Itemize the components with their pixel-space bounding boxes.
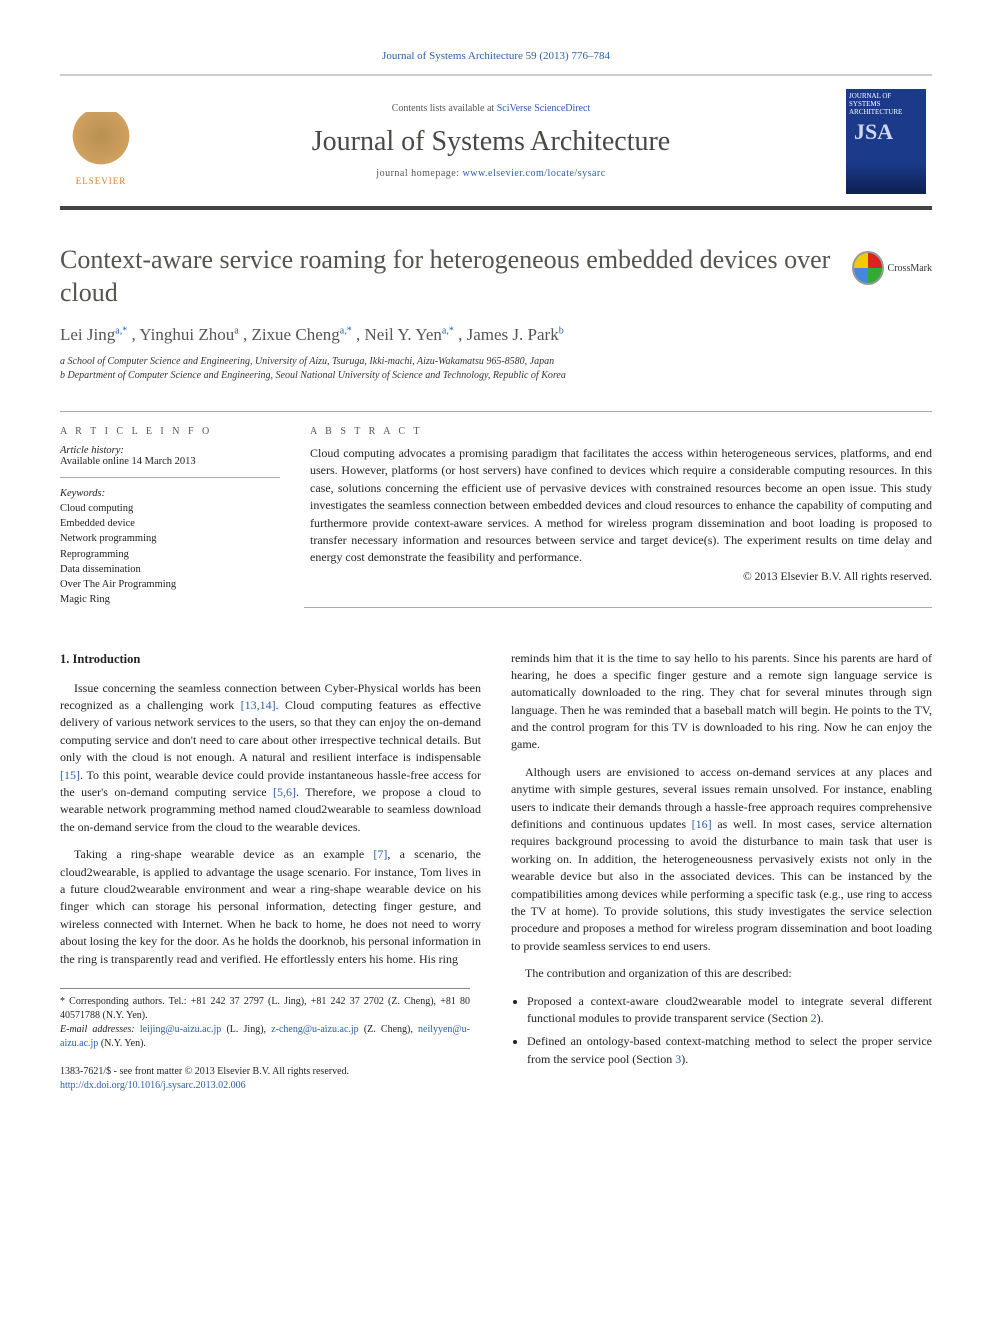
- journal-title: Journal of Systems Architecture: [136, 126, 846, 158]
- elsevier-text: ELSEVIER: [76, 176, 127, 186]
- keyword: Over The Air Programming: [60, 577, 280, 592]
- corresponding-note: * Corresponding authors. Tel.: +81 242 3…: [60, 995, 470, 1023]
- article-history: Article history: Available online 14 Mar…: [60, 445, 280, 478]
- contents-list-line: Contents lists available at SciVerse Sci…: [136, 103, 846, 114]
- text-run: Defined an ontology-based context-matchi…: [527, 1034, 932, 1065]
- paragraph: The contribution and organization of thi…: [511, 965, 932, 982]
- contents-prefix: Contents lists available at: [392, 103, 497, 114]
- email-who: (Z. Cheng),: [359, 1024, 418, 1035]
- article-info-label: A R T I C L E I N F O: [60, 426, 280, 437]
- page-footer: 1383-7621/$ - see front matter © 2013 El…: [60, 1065, 481, 1093]
- keyword: Embedded device: [60, 516, 280, 531]
- issn-line: 1383-7621/$ - see front matter © 2013 El…: [60, 1065, 481, 1079]
- citation-link[interactable]: [13,14]: [241, 698, 276, 712]
- list-item: Defined an ontology-based context-matchi…: [527, 1033, 932, 1068]
- citation-link[interactable]: [5,6]: [273, 785, 296, 799]
- text-run: , a scenario, the cloud2wearable, is app…: [60, 847, 481, 965]
- crossmark-icon: [852, 251, 884, 285]
- affiliation-a: a School of Computer Science and Enginee…: [60, 355, 932, 369]
- paragraph: Taking a ring-shape wearable device as a…: [60, 846, 481, 968]
- keyword: Reprogramming: [60, 547, 280, 562]
- authors-line: Lei Jinga,* , Yinghui Zhoua , Zixue Chen…: [60, 325, 932, 345]
- affiliations: a School of Computer Science and Enginee…: [60, 355, 932, 383]
- body-columns: 1. Introduction Issue concerning the sea…: [60, 650, 932, 1093]
- elsevier-logo: ELSEVIER: [66, 96, 136, 186]
- header-citation: Journal of Systems Architecture 59 (2013…: [60, 50, 932, 62]
- article-title: Context-aware service roaming for hetero…: [60, 244, 832, 309]
- emails-label: E-mail addresses:: [60, 1024, 140, 1035]
- text-run: Taking a ring-shape wearable device as a…: [74, 847, 373, 861]
- journal-homepage-link[interactable]: www.elsevier.com/locate/sysarc: [463, 168, 606, 179]
- text-run: Proposed a context-aware cloud2wearable …: [527, 994, 932, 1025]
- sciencedirect-link[interactable]: SciVerse ScienceDirect: [497, 103, 591, 114]
- journal-header-box: ELSEVIER Contents lists available at Sci…: [60, 74, 932, 210]
- author-1-sup: a,*: [115, 325, 127, 336]
- author-1: Lei Jing: [60, 325, 115, 344]
- author-4: , Neil Y. Yen: [356, 325, 442, 344]
- keyword: Network programming: [60, 531, 280, 546]
- author-5-sup: b: [559, 325, 564, 336]
- history-label: Article history:: [60, 445, 280, 456]
- email-who: (L. Jing),: [221, 1024, 271, 1035]
- journal-homepage-line: journal homepage: www.elsevier.com/locat…: [136, 168, 846, 179]
- article-info-block: A R T I C L E I N F O Article history: A…: [60, 412, 304, 608]
- keyword: Cloud computing: [60, 501, 280, 516]
- left-column: 1. Introduction Issue concerning the sea…: [60, 650, 481, 1093]
- author-2-sup: a: [234, 325, 238, 336]
- citation-link[interactable]: [15]: [60, 768, 80, 782]
- citation-link[interactable]: [7]: [373, 847, 387, 861]
- citation-link[interactable]: [16]: [692, 817, 712, 831]
- paragraph: Although users are envisioned to access …: [511, 764, 932, 955]
- keyword: Magic Ring: [60, 592, 280, 607]
- elsevier-tree-icon: [71, 112, 131, 172]
- author-3: , Zixue Cheng: [243, 325, 340, 344]
- keywords-list: Cloud computing Embedded device Network …: [60, 501, 280, 608]
- journal-center: Contents lists available at SciVerse Sci…: [136, 103, 846, 179]
- author-5: , James J. Park: [458, 325, 559, 344]
- abstract-label: A B S T R A C T: [310, 426, 932, 437]
- abstract-text: Cloud computing advocates a promising pa…: [310, 445, 932, 567]
- keywords-label: Keywords:: [60, 488, 280, 499]
- title-row: Context-aware service roaming for hetero…: [60, 244, 932, 309]
- info-abstract-row: A R T I C L E I N F O Article history: A…: [60, 411, 932, 608]
- text-run: ).: [817, 1011, 824, 1025]
- journal-cover-thumbnail: JOURNAL OF SYSTEMS ARCHITECTURE JSA: [846, 89, 926, 194]
- crossmark-text: CrossMark: [888, 263, 932, 274]
- emails-line: E-mail addresses: leijing@u-aizu.ac.jp (…: [60, 1023, 470, 1051]
- abstract-block: A B S T R A C T Cloud computing advocate…: [304, 412, 932, 608]
- copyright-line: © 2013 Elsevier B.V. All rights reserved…: [310, 571, 932, 583]
- paragraph: Issue concerning the seamless connection…: [60, 680, 481, 837]
- history-line: Available online 14 March 2013: [60, 456, 280, 467]
- author-2: , Yinghui Zhou: [131, 325, 234, 344]
- list-item: Proposed a context-aware cloud2wearable …: [527, 993, 932, 1028]
- homepage-prefix: journal homepage:: [376, 168, 462, 179]
- crossmark-badge[interactable]: CrossMark: [852, 248, 932, 288]
- right-column: reminds him that it is the time to say h…: [511, 650, 932, 1093]
- email-who: (N.Y. Yen).: [98, 1038, 146, 1049]
- footnotes: * Corresponding authors. Tel.: +81 242 3…: [60, 988, 470, 1051]
- author-3-sup: a,*: [340, 325, 352, 336]
- section-1-heading: 1. Introduction: [60, 650, 481, 668]
- affiliation-b: b Department of Computer Science and Eng…: [60, 369, 932, 383]
- doi-link[interactable]: http://dx.doi.org/10.1016/j.sysarc.2013.…: [60, 1079, 481, 1093]
- author-4-sup: a,*: [442, 325, 454, 336]
- contribution-list: Proposed a context-aware cloud2wearable …: [511, 993, 932, 1069]
- email-link[interactable]: leijing@u-aizu.ac.jp: [140, 1024, 221, 1035]
- text-run: as well. In most cases, service alternat…: [511, 817, 932, 953]
- paper-page: Journal of Systems Architecture 59 (2013…: [0, 0, 992, 1133]
- email-link[interactable]: z-cheng@u-aizu.ac.jp: [271, 1024, 359, 1035]
- text-run: ).: [681, 1052, 688, 1066]
- cover-big-text: JSA: [854, 119, 893, 145]
- cover-small-text: JOURNAL OF SYSTEMS ARCHITECTURE: [849, 92, 923, 116]
- keyword: Data dissemination: [60, 562, 280, 577]
- paragraph: reminds him that it is the time to say h…: [511, 650, 932, 754]
